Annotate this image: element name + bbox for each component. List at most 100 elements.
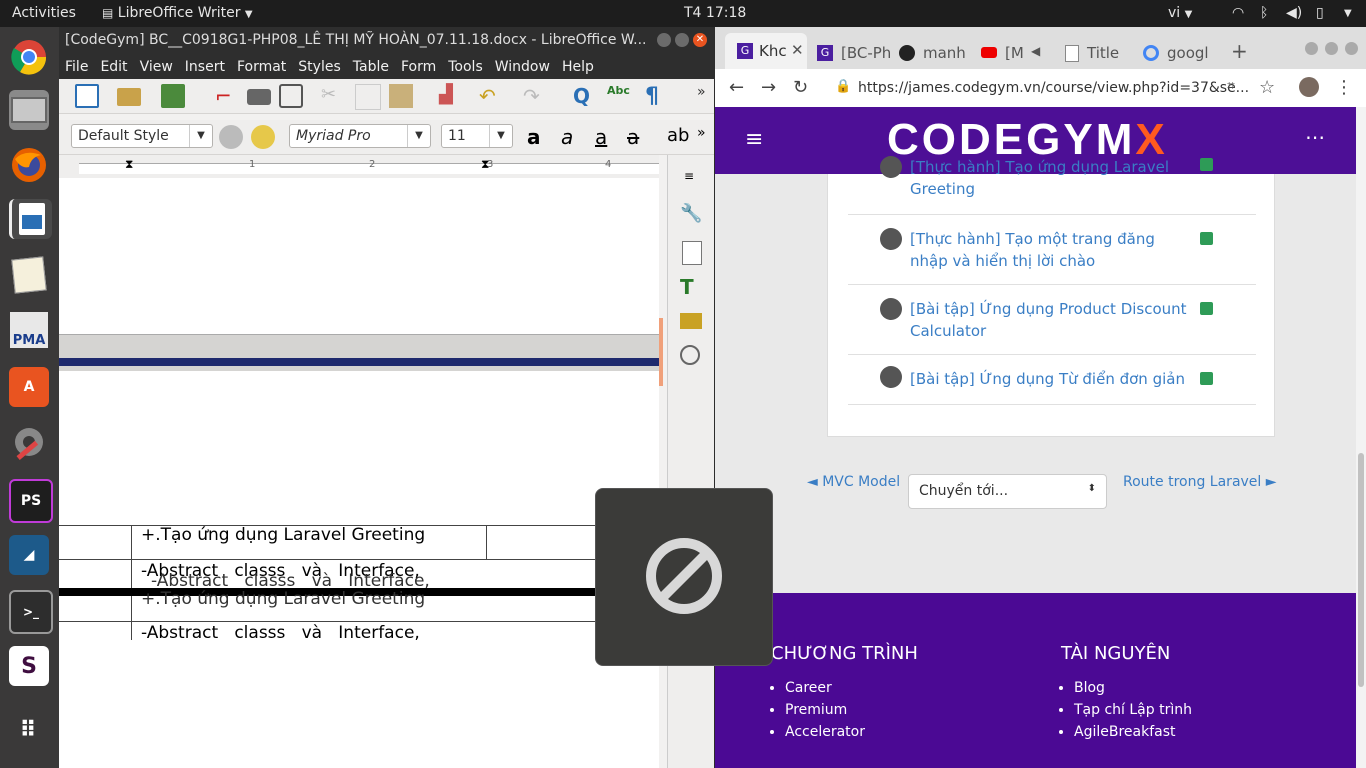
app-menu[interactable]: ▤ LibreOffice Writer ▼	[102, 5, 253, 21]
new-tab-icon[interactable]: +	[1231, 39, 1248, 63]
export-pdf-icon[interactable]: ⌐	[215, 84, 239, 108]
paragraph-style-combo[interactable]: Default Style ▼	[71, 124, 213, 148]
shadow-icon[interactable]: ab	[667, 125, 691, 149]
sidebar-menu-icon[interactable]: ≡	[684, 169, 694, 183]
url-field[interactable]: https://james.codegym.vn/course/view.php…	[858, 80, 1249, 96]
paste-icon[interactable]	[389, 84, 413, 108]
menu-tools[interactable]: Tools	[442, 55, 489, 75]
more-options-icon[interactable]: ⋯	[1305, 125, 1325, 149]
lock-icon[interactable]: 🔒	[835, 79, 851, 94]
font-name-combo[interactable]: Myriad Pro ▼	[289, 124, 431, 148]
menu-file[interactable]: File	[59, 55, 94, 75]
slack-launcher-icon[interactable]: S	[9, 646, 49, 686]
tab-active[interactable]: G Khc ✕	[725, 33, 807, 69]
activities-button[interactable]: Activities	[12, 5, 76, 21]
completion-check-icon[interactable]	[1200, 372, 1213, 385]
tab[interactable]: googl	[1143, 35, 1213, 69]
open-folder-icon[interactable]	[117, 88, 141, 106]
activity-item[interactable]: [Bài tập] Ứng dụng Product Discount Calc…	[848, 284, 1256, 355]
wifi-icon[interactable]: ◠	[1232, 5, 1244, 21]
menu-insert[interactable]: Insert	[179, 55, 231, 75]
cut-icon[interactable]: ✂	[321, 84, 345, 108]
styles-icon[interactable]: T	[680, 275, 694, 299]
forward-icon[interactable]: →	[761, 77, 776, 98]
new-document-icon[interactable]	[75, 84, 99, 108]
document-table[interactable]: +.Tạo ứng dụng Laravel Greeting -Abstrac…	[59, 525, 659, 643]
menu-table[interactable]: Table	[347, 55, 395, 75]
redo-icon[interactable]: ↷	[523, 84, 547, 108]
toolbar-overflow-icon[interactable]: »	[697, 125, 714, 149]
document-canvas[interactable]: +.Tạo ứng dụng Laravel Greeting -Abstrac…	[59, 178, 663, 768]
completion-check-icon[interactable]	[1200, 302, 1213, 315]
tab[interactable]: [M ◀	[981, 35, 1043, 69]
impress-launcher-icon[interactable]	[9, 199, 52, 239]
activity-item[interactable]: [Thực hành] Tạo một trang đăng nhập và h…	[848, 214, 1256, 285]
toolbar-overflow-icon[interactable]: »	[697, 84, 714, 108]
menu-form[interactable]: Form	[395, 55, 442, 75]
italic-icon[interactable]: a	[561, 125, 585, 149]
hamburger-menu-icon[interactable]: ≡	[745, 127, 763, 152]
maximize-button[interactable]	[675, 33, 689, 47]
strikethrough-icon[interactable]: a	[627, 125, 651, 149]
menu-window[interactable]: Window	[489, 55, 556, 75]
horizontal-ruler[interactable]: 1 2 3 4 ⧗ ⧗	[59, 155, 659, 179]
bookmark-star-icon[interactable]: ☆	[1259, 77, 1275, 98]
find-replace-icon[interactable]: Q	[573, 84, 597, 108]
menu-format[interactable]: Format	[231, 55, 292, 75]
menu-edit[interactable]: Edit	[94, 55, 133, 75]
bold-icon[interactable]: a	[527, 125, 551, 149]
footer-link[interactable]: AgileBreakfast	[1074, 721, 1192, 743]
scrollbar-thumb[interactable]	[1358, 453, 1364, 687]
page-scrollbar[interactable]	[1356, 107, 1366, 768]
language-indicator[interactable]: vi ▼	[1168, 5, 1192, 21]
files-launcher-icon[interactable]	[9, 90, 49, 130]
app-grid-icon[interactable]: ⠿	[9, 710, 49, 750]
close-button[interactable]: ✕	[693, 33, 707, 47]
terminal-launcher-icon[interactable]: >_	[9, 590, 53, 634]
tab[interactable]: manh	[899, 35, 966, 69]
jump-to-select[interactable]: Chuyển tới... ⬍	[908, 474, 1107, 509]
minimize-button[interactable]	[1305, 42, 1318, 55]
bluetooth-icon[interactable]: ᛒ	[1260, 5, 1268, 21]
minimize-button[interactable]	[657, 33, 671, 47]
volume-icon[interactable]: ◀)	[1286, 5, 1302, 21]
page-icon[interactable]	[682, 241, 702, 265]
indent-marker-icon[interactable]: ⧗	[481, 157, 489, 172]
menu-help[interactable]: Help	[556, 55, 600, 75]
update-style-icon[interactable]	[219, 125, 243, 149]
footer-link[interactable]: Blog	[1074, 677, 1192, 699]
phpmyadmin-launcher-icon[interactable]: PMA	[9, 310, 49, 350]
font-size-combo[interactable]: 11 ▼	[441, 124, 513, 148]
footer-link[interactable]: Accelerator	[785, 721, 865, 743]
navigator-icon[interactable]	[680, 345, 700, 365]
underline-icon[interactable]: a	[595, 125, 619, 149]
chrome-launcher-icon[interactable]	[9, 37, 49, 77]
text-editor-launcher-icon[interactable]	[9, 255, 49, 295]
properties-icon[interactable]: 🔧	[680, 203, 702, 224]
profile-avatar[interactable]	[1299, 77, 1319, 97]
settings-launcher-icon[interactable]	[9, 422, 49, 462]
spellcheck-icon[interactable]: Abc	[607, 84, 631, 108]
tab[interactable]: G [BC-Ph	[817, 35, 891, 69]
menu-styles[interactable]: Styles	[292, 55, 346, 75]
battery-icon[interactable]: ▯	[1316, 5, 1324, 21]
copy-icon[interactable]	[355, 84, 381, 110]
save-icon[interactable]	[161, 84, 185, 108]
software-center-launcher-icon[interactable]: A	[9, 367, 49, 407]
phpstorm-launcher-icon[interactable]: PS	[9, 479, 53, 523]
close-button[interactable]	[1345, 42, 1358, 55]
print-preview-icon[interactable]	[279, 84, 303, 108]
maximize-button[interactable]	[1325, 42, 1338, 55]
new-style-icon[interactable]	[251, 125, 275, 149]
formatting-marks-icon[interactable]: ¶	[645, 84, 669, 109]
chrome-menu-icon[interactable]: ⋮	[1335, 77, 1353, 98]
undo-icon[interactable]: ↶	[479, 84, 503, 108]
footer-link[interactable]: Premium	[785, 699, 865, 721]
back-icon[interactable]: ←	[729, 77, 744, 98]
activity-item[interactable]: [Thực hành] Tạo ứng dụng Laravel Greetin…	[848, 134, 1256, 215]
gallery-icon[interactable]	[680, 313, 702, 329]
activity-item[interactable]: [Bài tập] Ứng dụng Từ điển đơn giản	[848, 354, 1256, 405]
clock[interactable]: T4 17:18	[684, 5, 746, 21]
print-icon[interactable]	[247, 89, 271, 105]
completion-check-icon[interactable]	[1200, 158, 1213, 171]
